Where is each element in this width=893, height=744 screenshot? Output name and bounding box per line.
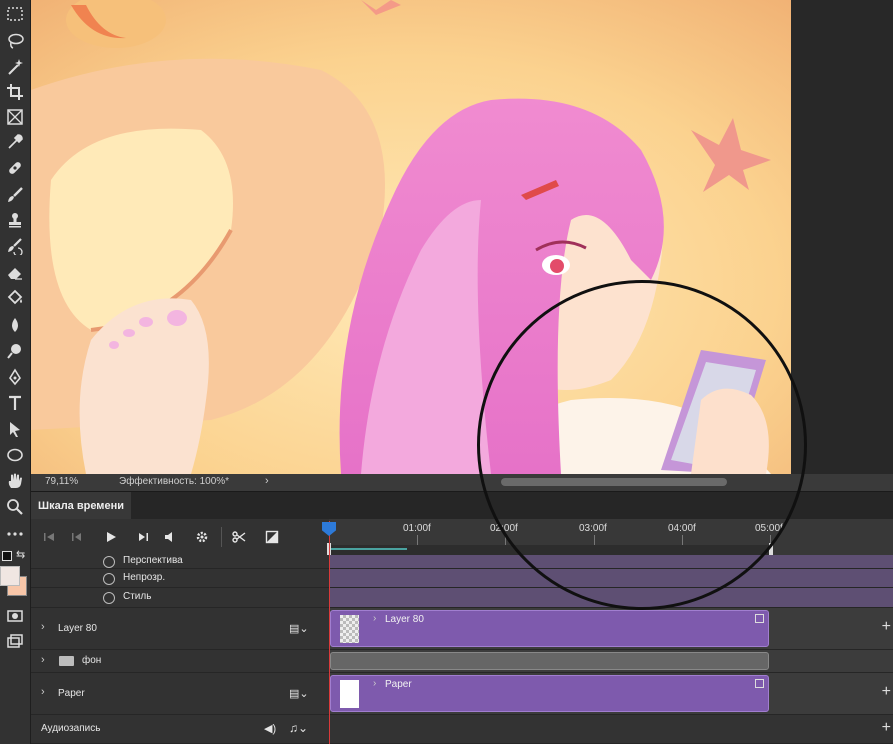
zoom-level[interactable]: 79,11% — [45, 476, 78, 487]
playhead-line — [329, 521, 330, 744]
clip-thumbnail — [340, 615, 359, 643]
frame-icon[interactable] — [3, 105, 27, 129]
property-row-label-area: Стиль — [31, 588, 329, 608]
property-row-label-area: Непрозр. — [31, 569, 329, 588]
default-colors-icon[interactable] — [2, 551, 12, 561]
paint-bucket-icon[interactable] — [3, 286, 27, 310]
ellipse-icon[interactable] — [3, 443, 27, 467]
pen-icon[interactable] — [3, 365, 27, 389]
hand-icon[interactable] — [3, 469, 27, 493]
property-label: Перспектива — [123, 555, 183, 566]
lasso-icon[interactable] — [3, 29, 27, 53]
blur-icon[interactable] — [3, 313, 27, 337]
property-row: Стиль — [31, 588, 893, 608]
prev-frame-icon[interactable] — [69, 529, 85, 545]
eraser-icon[interactable] — [3, 260, 27, 284]
speaker-icon[interactable]: ◀) — [264, 722, 276, 735]
highlight-circle — [477, 280, 807, 610]
first-frame-icon[interactable] — [41, 529, 57, 545]
audio-track-label: Аудиозапись — [41, 723, 101, 734]
efficiency-readout: Эффективность: 100%* — [119, 476, 230, 487]
status-menu-arrow[interactable]: › — [265, 475, 269, 487]
magic-wand-icon[interactable] — [3, 55, 27, 79]
foreground-color-swatch[interactable] — [0, 566, 20, 586]
tools-panel: ⇆ — [0, 0, 31, 744]
expand-chevron-icon[interactable]: › — [41, 686, 45, 698]
photoshop-window: ⇆ 79,11% Эффективность: 100%* › Шкала вр… — [0, 0, 893, 744]
play-icon[interactable] — [103, 529, 119, 545]
property-row-label-area: Перспектива — [31, 555, 329, 569]
zoom-icon[interactable] — [3, 495, 27, 519]
layer-track[interactable]: › Paper + — [329, 673, 893, 715]
clip-menu-arrow-icon[interactable] — [755, 614, 764, 623]
stopwatch-icon[interactable] — [103, 556, 115, 568]
clip-menu-arrow-icon[interactable] — [755, 679, 764, 688]
audio-track[interactable]: + — [329, 715, 893, 744]
expand-chevron-icon[interactable]: › — [41, 654, 45, 666]
stopwatch-icon[interactable] — [103, 592, 115, 604]
type-icon[interactable] — [3, 391, 27, 415]
property-label: Непрозр. — [123, 572, 166, 583]
layer-row-label-area: › Layer 80 ▤⌄ — [31, 608, 329, 650]
render-progress — [331, 548, 407, 550]
controls-divider — [221, 527, 222, 547]
swap-colors-icon[interactable]: ⇆ — [16, 548, 25, 561]
music-note-icon[interactable]: ♫⌄ — [289, 721, 308, 735]
group-track[interactable] — [329, 650, 893, 673]
settings-icon[interactable] — [194, 529, 210, 545]
quick-mask-icon[interactable] — [3, 604, 27, 628]
layer-name: Layer 80 — [58, 623, 97, 634]
marquee-icon[interactable] — [3, 2, 27, 26]
layer-row-label-area: › фон — [31, 650, 329, 673]
add-audio-button[interactable]: + — [882, 719, 891, 737]
audio-icon[interactable] — [161, 529, 177, 545]
layer-track[interactable]: › Layer 80 + — [329, 608, 893, 650]
layer-row: › Layer 80 ▤⌄ › Layer 80 + — [31, 608, 893, 650]
property-label: Стиль — [123, 591, 152, 602]
clip-title: Paper — [385, 679, 412, 690]
brush-icon[interactable] — [3, 183, 27, 207]
layer-name: Paper — [58, 688, 85, 699]
group-clip[interactable] — [330, 652, 769, 670]
expand-chevron-icon[interactable]: › — [41, 621, 45, 633]
split-icon[interactable] — [231, 529, 247, 545]
transition-icon[interactable] — [264, 529, 280, 545]
filmstrip-icon[interactable]: ▤⌄ — [289, 687, 309, 700]
layer-row: › Paper ▤⌄ › Paper + — [31, 673, 893, 715]
crop-icon[interactable] — [3, 80, 27, 104]
layer-row-label-area: › Paper ▤⌄ — [31, 673, 329, 715]
layer-row: › фон — [31, 650, 893, 673]
clip-thumbnail — [340, 680, 359, 708]
clip-title: Layer 80 — [385, 614, 424, 625]
stopwatch-icon[interactable] — [103, 573, 115, 585]
history-brush-icon[interactable] — [3, 234, 27, 258]
layer-clip[interactable]: › Layer 80 — [330, 610, 769, 647]
audio-row-label-area: Аудиозапись ◀) ♫⌄ — [31, 715, 329, 744]
audio-row: Аудиозапись ◀) ♫⌄ + — [31, 715, 893, 744]
tab-timeline[interactable]: Шкала времени — [31, 492, 131, 520]
stamp-icon[interactable] — [3, 208, 27, 232]
healing-brush-icon[interactable] — [3, 156, 27, 180]
filmstrip-icon[interactable]: ▤⌄ — [289, 622, 309, 635]
group-name: фон — [82, 655, 102, 666]
add-media-button[interactable]: + — [882, 618, 891, 636]
clip-chevron-icon[interactable]: › — [373, 678, 376, 689]
folder-icon — [59, 656, 74, 666]
property-row: Непрозр. — [31, 569, 893, 588]
more-tools-icon[interactable] — [3, 522, 27, 546]
path-selection-icon[interactable] — [3, 417, 27, 441]
screen-mode-icon[interactable] — [3, 630, 27, 654]
eyedropper-icon[interactable] — [3, 130, 27, 154]
next-frame-icon[interactable] — [135, 529, 151, 545]
layer-clip[interactable]: › Paper — [330, 675, 769, 712]
clip-chevron-icon[interactable]: › — [373, 613, 376, 624]
dodge-icon[interactable] — [3, 339, 27, 363]
add-media-button[interactable]: + — [882, 683, 891, 701]
ruler-tick — [417, 535, 418, 545]
property-row: Перспектива — [31, 555, 893, 569]
ruler-label: 01:00f — [403, 523, 431, 534]
